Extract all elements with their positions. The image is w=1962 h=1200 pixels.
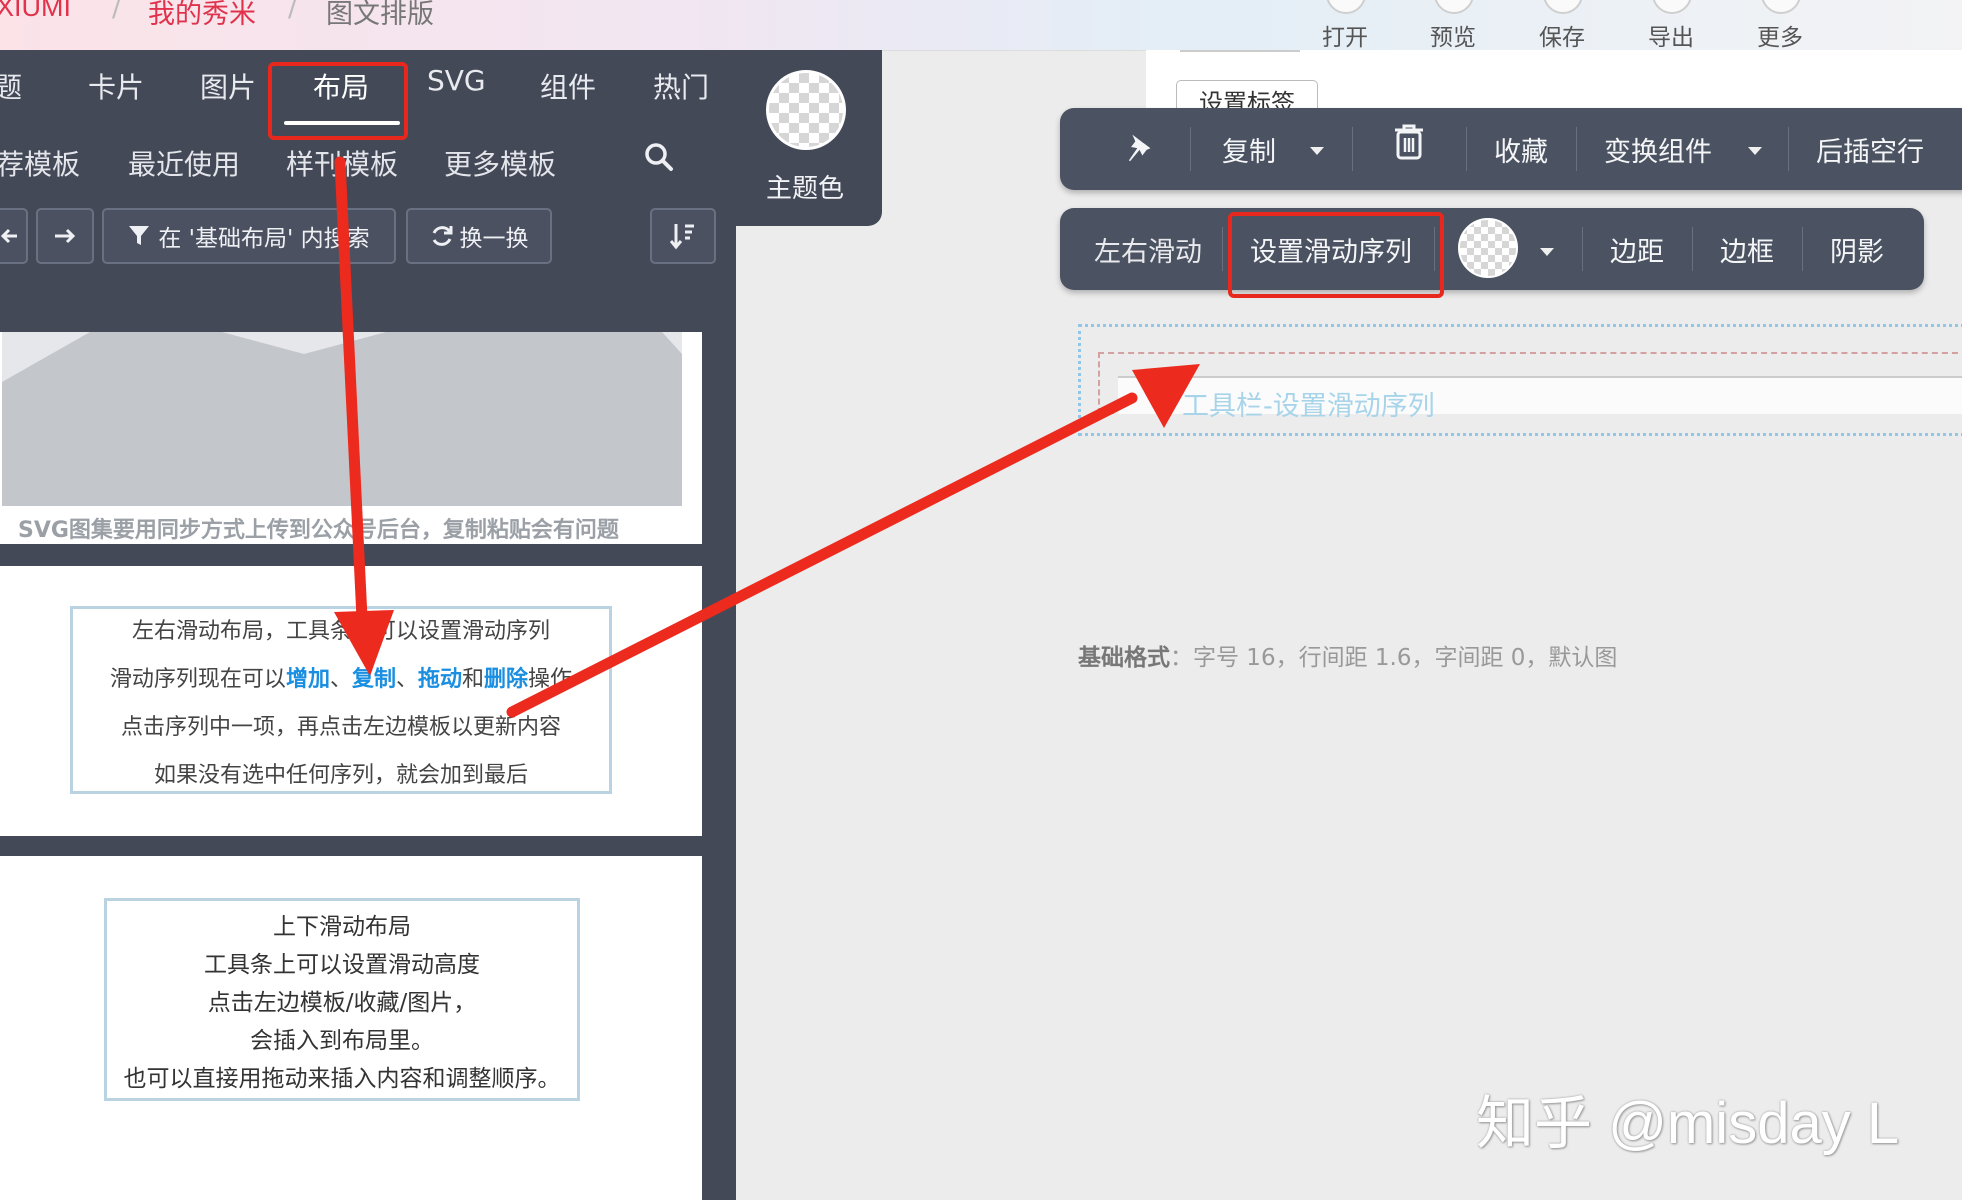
arrow-down-annotation (334, 156, 394, 676)
arrow-right-annotation (506, 364, 1200, 718)
zhihu-watermark: 知乎 @misday L (1476, 1091, 1900, 1156)
annotation-arrows (334, 156, 1200, 718)
